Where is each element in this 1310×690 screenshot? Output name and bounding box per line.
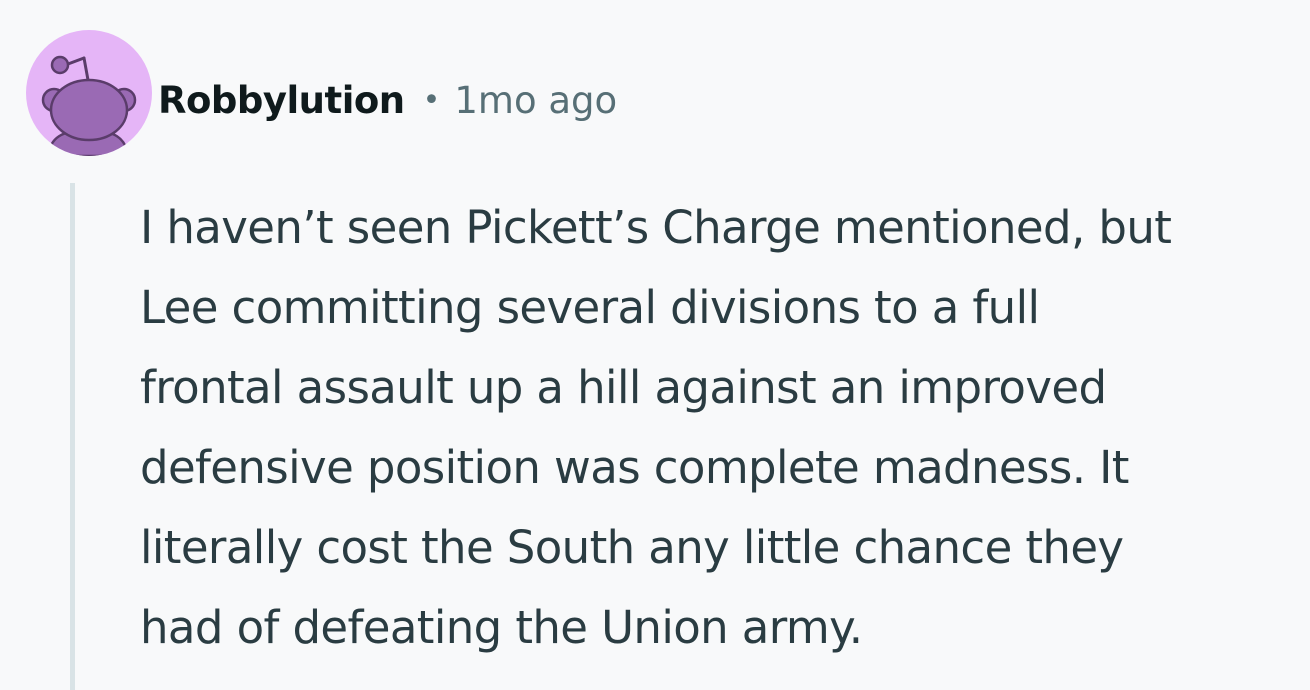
comment-body-line: I haven’t seen Pickett’s Charge mentione… xyxy=(140,201,1172,254)
meta-separator: • xyxy=(422,82,441,118)
comment-body-line: defensive position was complete madness.… xyxy=(140,441,1129,494)
comment: Robbylution • 1mo ago I haven’t seen Pic… xyxy=(0,0,1310,690)
comment-meta: Robbylution • 1mo ago xyxy=(158,74,617,126)
reddit-snoo-avatar-icon xyxy=(41,55,137,156)
comment-body-line: had of defeating the Union army. xyxy=(140,601,863,654)
comment-timestamp[interactable]: 1mo ago xyxy=(454,79,617,122)
user-avatar[interactable] xyxy=(26,30,152,156)
comment-body-line: frontal assault up a hill against an imp… xyxy=(140,361,1107,414)
thread-line[interactable] xyxy=(70,183,75,690)
comment-body-line: literally cost the South any little chan… xyxy=(140,521,1124,574)
comment-body: I haven’t seen Pickett’s Charge mentione… xyxy=(140,188,1300,668)
author-username[interactable]: Robbylution xyxy=(158,79,405,122)
comment-body-line: Lee committing several divisions to a fu… xyxy=(140,281,1040,334)
